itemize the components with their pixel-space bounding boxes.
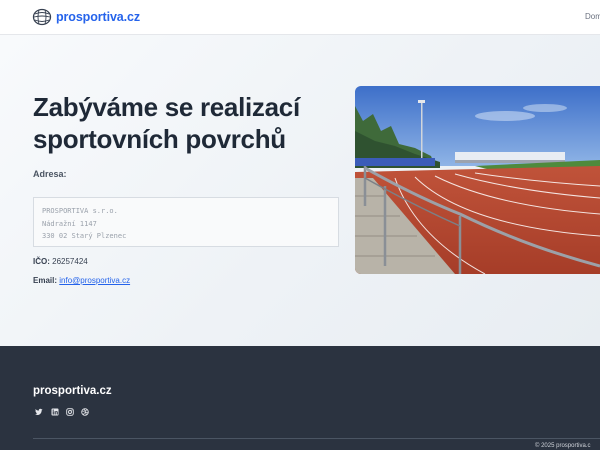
address-box: PROSPORTIVA s.r.o. Nádražní 1147 330 02 … xyxy=(33,197,339,247)
hero-section: Zabýváme se realizací sportovních povrch… xyxy=(0,35,600,346)
address-line-company: PROSPORTIVA s.r.o. xyxy=(42,207,118,215)
address-label: Adresa: xyxy=(33,169,67,179)
dribbble-icon[interactable] xyxy=(81,408,89,416)
ico-value: 26257424 xyxy=(52,257,88,266)
site-header: prosportiva.cz Dom xyxy=(0,0,600,35)
linkedin-icon[interactable] xyxy=(51,408,59,416)
ico-row: IČO: 26257424 xyxy=(33,257,88,266)
brand-name: prosportiva.cz xyxy=(56,10,141,24)
running-track-image xyxy=(355,86,600,274)
footer-brand: prosportiva.cz xyxy=(33,385,112,397)
footer-divider xyxy=(33,438,600,439)
nav-item-home[interactable]: Dom xyxy=(585,12,600,21)
twitter-icon[interactable] xyxy=(35,408,43,416)
address-line-city: 330 02 Starý Plzenec xyxy=(42,232,127,240)
instagram-icon[interactable] xyxy=(66,408,74,416)
logo-icon xyxy=(32,8,52,26)
page-title: Zabýváme se realizací sportovních povrch… xyxy=(33,92,300,154)
logo-link[interactable]: prosportiva.cz xyxy=(32,8,140,26)
email-link[interactable]: info@prosportiva.cz xyxy=(59,276,130,285)
email-row: Email: info@prosportiva.cz xyxy=(33,276,130,285)
address-line-street: Nádražní 1147 xyxy=(42,219,97,228)
hero-photo xyxy=(355,86,600,274)
email-label: Email: xyxy=(33,276,58,285)
copyright-text: © 2025 prosportiva.c xyxy=(535,443,591,449)
site-footer: prosportiva.cz © 2025 prosportiva.c xyxy=(0,346,600,450)
ico-label: IČO: xyxy=(33,257,50,266)
